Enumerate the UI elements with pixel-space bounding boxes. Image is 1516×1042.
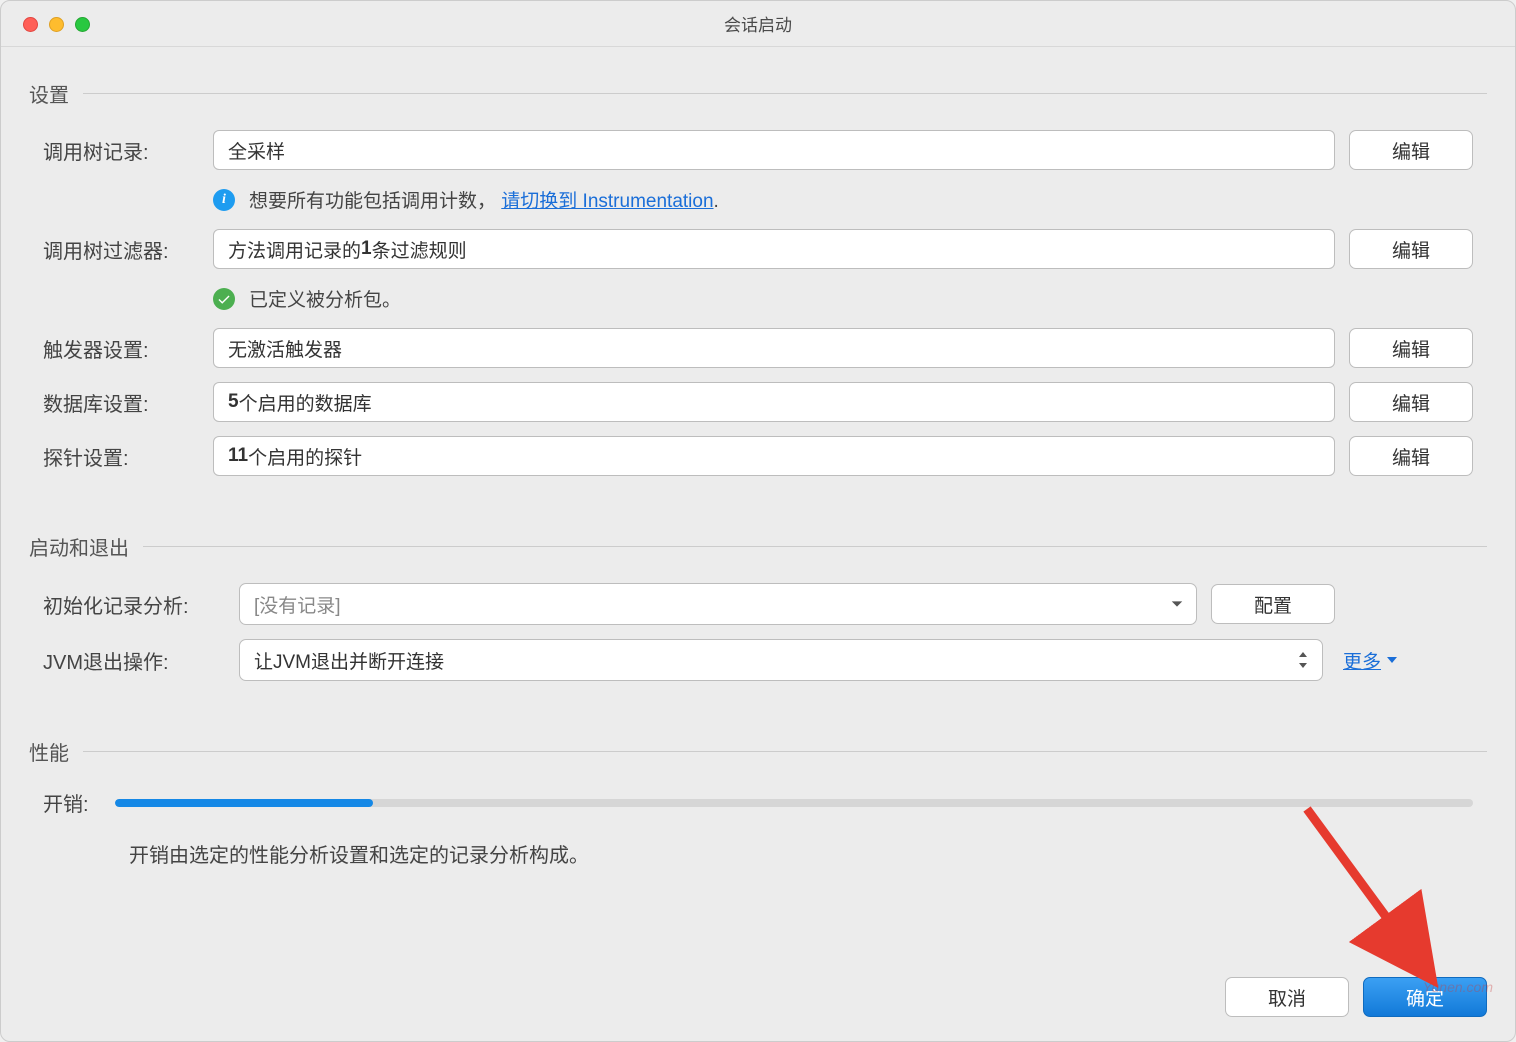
minimize-icon[interactable] <box>49 17 64 32</box>
label-init-record: 初始化记录分析: <box>43 590 239 619</box>
switch-to-instrumentation-link[interactable]: 请切换到 Instrumentation <box>501 191 713 212</box>
edit-trigger-button[interactable]: 编辑 <box>1349 328 1473 368</box>
info-icon: i <box>213 189 235 211</box>
label-probe: 探针设置: <box>43 442 213 471</box>
configure-init-record-button[interactable]: 配置 <box>1211 584 1335 624</box>
row-call-tree-record: 调用树记录: 全采样 编辑 <box>29 130 1487 184</box>
label-trigger: 触发器设置: <box>43 334 213 363</box>
dialog-title: 会话启动 <box>1 11 1515 36</box>
check-icon <box>213 288 235 310</box>
label-jvm-exit: JVM退出操作: <box>43 646 239 675</box>
row-trigger: 触发器设置: 无激活触发器 编辑 <box>29 328 1487 382</box>
titlebar: 会话启动 <box>1 1 1515 47</box>
row-call-tree-record-tip: i 想要所有功能包括调用计数， 请切换到 Instrumentation. <box>29 184 1487 229</box>
row-probe: 探针设置: 11个启用的探针 编辑 <box>29 436 1487 490</box>
field-database: 5个启用的数据库 <box>213 382 1335 422</box>
chevron-updown-icon <box>1294 651 1312 669</box>
divider <box>83 751 1487 752</box>
overhead-description: 开销由选定的性能分析设置和选定的记录分析构成。 <box>29 829 1487 868</box>
field-call-tree-filter: 方法调用记录的1条过滤规则 <box>213 229 1335 269</box>
label-database: 数据库设置: <box>43 388 213 417</box>
label-call-tree-record: 调用树记录: <box>43 136 213 165</box>
section-performance: 性能 开销: 开销由选定的性能分析设置和选定的记录分析构成。 <box>29 737 1487 868</box>
edit-call-tree-record-button[interactable]: 编辑 <box>1349 130 1473 170</box>
section-startup: 启动和退出 初始化记录分析: [没有记录] 配置 JVM退出操作: 让JVM退出… <box>29 532 1487 695</box>
row-database: 数据库设置: 5个启用的数据库 编辑 <box>29 382 1487 436</box>
row-call-tree-filter-check: 已定义被分析包。 <box>29 283 1487 328</box>
caret-down-icon <box>1387 657 1397 663</box>
row-jvm-exit: JVM退出操作: 让JVM退出并断开连接 更多 <box>29 639 1487 695</box>
select-init-record[interactable]: [没有记录] <box>239 583 1197 625</box>
section-title-startup: 启动和退出 <box>29 532 129 561</box>
section-title-performance: 性能 <box>29 737 69 766</box>
more-link[interactable]: 更多 <box>1343 647 1397 674</box>
row-init-record: 初始化记录分析: [没有记录] 配置 <box>29 583 1487 639</box>
overhead-bar <box>115 799 1473 807</box>
session-startup-dialog: 会话启动 设置 调用树记录: 全采样 编辑 i 想要所有功能包括调用计数， 请切… <box>0 0 1516 1042</box>
edit-database-button[interactable]: 编辑 <box>1349 382 1473 422</box>
label-overhead: 开销: <box>43 788 115 817</box>
row-call-tree-filter: 调用树过滤器: 方法调用记录的1条过滤规则 编辑 <box>29 229 1487 283</box>
field-call-tree-record: 全采样 <box>213 130 1335 170</box>
row-overhead: 开销: <box>29 788 1487 829</box>
edit-probe-button[interactable]: 编辑 <box>1349 436 1473 476</box>
close-icon[interactable] <box>23 17 38 32</box>
cancel-button[interactable]: 取消 <box>1225 977 1349 1017</box>
field-trigger: 无激活触发器 <box>213 328 1335 368</box>
section-title-settings: 设置 <box>29 79 69 108</box>
window-controls <box>23 17 90 32</box>
dialog-content: 设置 调用树记录: 全采样 编辑 i 想要所有功能包括调用计数， 请切换到 In… <box>1 47 1515 1041</box>
divider <box>83 93 1487 94</box>
overhead-fill <box>115 799 373 807</box>
label-call-tree-filter: 调用树过滤器: <box>43 235 213 264</box>
section-settings: 设置 调用树记录: 全采样 编辑 i 想要所有功能包括调用计数， 请切换到 In… <box>29 79 1487 490</box>
field-probe: 11个启用的探针 <box>213 436 1335 476</box>
divider <box>143 546 1487 547</box>
chevron-down-icon <box>1168 595 1186 613</box>
watermark: Yunen.com <box>1423 979 1493 995</box>
maximize-icon[interactable] <box>75 17 90 32</box>
edit-call-tree-filter-button[interactable]: 编辑 <box>1349 229 1473 269</box>
select-jvm-exit[interactable]: 让JVM退出并断开连接 <box>239 639 1323 681</box>
